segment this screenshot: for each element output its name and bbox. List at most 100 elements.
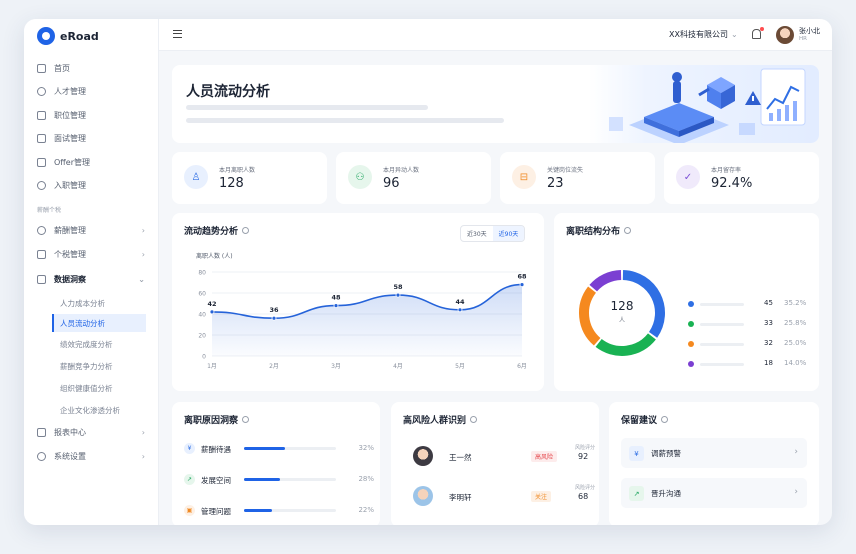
progress-track xyxy=(244,509,336,512)
x-tick-label: 6月 xyxy=(517,363,527,370)
stat-value: 96 xyxy=(383,176,400,191)
sidebar-item-onboarding[interactable]: 入职管理 xyxy=(24,176,159,194)
logo[interactable]: eRoad xyxy=(37,26,99,46)
sidebar-item-insights[interactable]: 数据洞察 ⌄ xyxy=(24,270,159,288)
placeholder-line xyxy=(186,118,504,123)
stat-label: 关键岗位流失 xyxy=(547,167,584,174)
people-icon xyxy=(37,86,46,96)
legend-dot xyxy=(688,321,694,327)
sidebar-sub-cost[interactable]: 人力成本分析 xyxy=(52,294,146,312)
sidebar-sub-health[interactable]: 组织健康值分析 xyxy=(52,379,146,397)
clipboard-icon xyxy=(37,157,46,167)
progress-fill xyxy=(244,447,286,450)
chevron-right-icon: › xyxy=(794,487,798,497)
advice-salary-button[interactable]: ¥ 调薪预警 › xyxy=(621,438,807,468)
page-title: 人员流动分析 xyxy=(186,84,270,100)
menu-icon[interactable] xyxy=(173,30,182,38)
sidebar-item-interviews[interactable]: 面试管理 xyxy=(24,129,159,147)
card-title: 高风险人群识别 xyxy=(403,413,478,426)
sidebar-item-tax[interactable]: 个税管理 › xyxy=(24,245,159,263)
data-point xyxy=(333,303,339,308)
legend-dot xyxy=(688,361,694,367)
logo-icon xyxy=(37,27,55,45)
avatar[interactable] xyxy=(776,26,794,44)
stat-label: 本月离职人数 xyxy=(219,167,256,174)
app-window: eRoad 首页 人才管理 职位管理 面试管理 Offer管理 入职管理 薪酬个… xyxy=(24,19,832,525)
sidebar-item-offers[interactable]: Offer管理 xyxy=(24,153,159,171)
info-icon[interactable] xyxy=(661,416,669,423)
card-title: 离职结构分布 xyxy=(566,224,632,237)
sidebar-sub-performance[interactable]: 绩效完成度分析 xyxy=(52,335,146,353)
data-label: 44 xyxy=(455,298,465,306)
y-tick-label: 20 xyxy=(198,333,206,340)
add-user-icon xyxy=(37,180,46,190)
tax-icon xyxy=(37,249,46,259)
card-title: 离职原因洞察 xyxy=(184,413,250,426)
notification-dot xyxy=(760,27,764,31)
x-tick-label: 2月 xyxy=(269,363,279,370)
progress-track xyxy=(244,478,336,481)
risk-person-row[interactable]: 王一然 高风险 风险评分 92 xyxy=(403,444,595,470)
advice-promotion-button[interactable]: ↗ 晋升沟通 › xyxy=(621,478,807,508)
stat-card-retention: ✓ 本月留存率 92.4% xyxy=(664,152,819,204)
shield-icon: ✓ xyxy=(676,165,700,189)
donut-unit: 人 xyxy=(618,317,625,324)
reasons-card: 离职原因洞察 ¥ 薪酬待遇 32% ↗ 发展空间 28% ▣ 管理问题 22% xyxy=(172,402,380,525)
data-label: 42 xyxy=(207,300,216,308)
reason-row: ▣ 管理问题 22% xyxy=(184,505,374,517)
donut-slice xyxy=(595,333,656,356)
stat-value: 92.4% xyxy=(711,176,753,191)
bell-icon[interactable] xyxy=(752,29,761,39)
donut-total: 128 xyxy=(610,299,634,313)
building-icon xyxy=(37,110,46,120)
progress-track xyxy=(244,447,336,450)
legend-bar xyxy=(700,303,744,306)
sidebar-item-settings[interactable]: 系统设置 › xyxy=(24,447,159,465)
trend-up-icon: ↗ xyxy=(629,486,644,501)
info-icon[interactable] xyxy=(470,416,478,423)
hero-banner: 人员流动分析 xyxy=(172,65,819,143)
avatar xyxy=(413,446,433,466)
sidebar-group-label: 薪酬个税 xyxy=(37,207,62,214)
info-icon[interactable] xyxy=(242,416,250,423)
company-selector[interactable]: XX科技有限公司 ⌄ xyxy=(669,29,738,40)
app-name: eRoad xyxy=(60,29,99,43)
user-name: 张小北 xyxy=(799,27,820,35)
yen-icon: ¥ xyxy=(629,446,644,461)
risk-person-row[interactable]: 李明轩 关注 风险评分 68 xyxy=(403,484,595,510)
risk-tag: 高风险 xyxy=(531,451,558,462)
isometric-illustration xyxy=(609,68,806,143)
trend-up-icon: ↗ xyxy=(184,474,195,485)
data-label: 68 xyxy=(517,273,527,281)
sidebar-item-jobs[interactable]: 职位管理 xyxy=(24,106,159,124)
sidebar-sub-competitiveness[interactable]: 薪酬竞争力分析 xyxy=(52,357,146,375)
gear-icon xyxy=(37,451,46,461)
group-icon: ⚇ xyxy=(348,165,372,189)
sidebar-sub-turnover[interactable]: 人员流动分析 xyxy=(52,314,146,332)
y-tick-label: 40 xyxy=(198,312,206,319)
data-point xyxy=(209,309,215,315)
document-icon xyxy=(37,133,46,143)
sidebar-item-talent[interactable]: 人才管理 xyxy=(24,82,159,100)
sidebar-item-reports[interactable]: 报表中心 › xyxy=(24,423,159,441)
data-point xyxy=(519,282,525,287)
risk-tag: 关注 xyxy=(531,491,552,502)
legend-bar xyxy=(700,343,744,346)
stat-label: 本月异动人数 xyxy=(383,167,420,174)
data-label: 48 xyxy=(331,294,341,302)
chevron-down-icon: ⌄ xyxy=(730,30,738,39)
structure-card: 离职结构分布 128 人 45 35.2% 33 25.8% 32 25.0% 18 1… xyxy=(554,213,819,391)
placeholder-line xyxy=(186,105,428,110)
info-icon[interactable] xyxy=(624,227,632,234)
report-icon xyxy=(37,427,46,437)
legend-dot xyxy=(688,301,694,307)
risk-card: 高风险人群识别 王一然 高风险 风险评分 92 李明轩 关注 风险评分 68 xyxy=(391,402,599,525)
data-label: 36 xyxy=(269,306,279,314)
sidebar-item-home[interactable]: 首页 xyxy=(24,59,159,77)
sidebar-item-salary[interactable]: 薪酬管理 › xyxy=(24,221,159,239)
data-point xyxy=(395,292,401,298)
sidebar-sub-culture[interactable]: 企业文化渗透分析 xyxy=(52,401,146,419)
yen-icon xyxy=(37,225,46,235)
chevron-down-icon: ⌄ xyxy=(138,274,145,284)
stat-value: 23 xyxy=(547,176,564,191)
